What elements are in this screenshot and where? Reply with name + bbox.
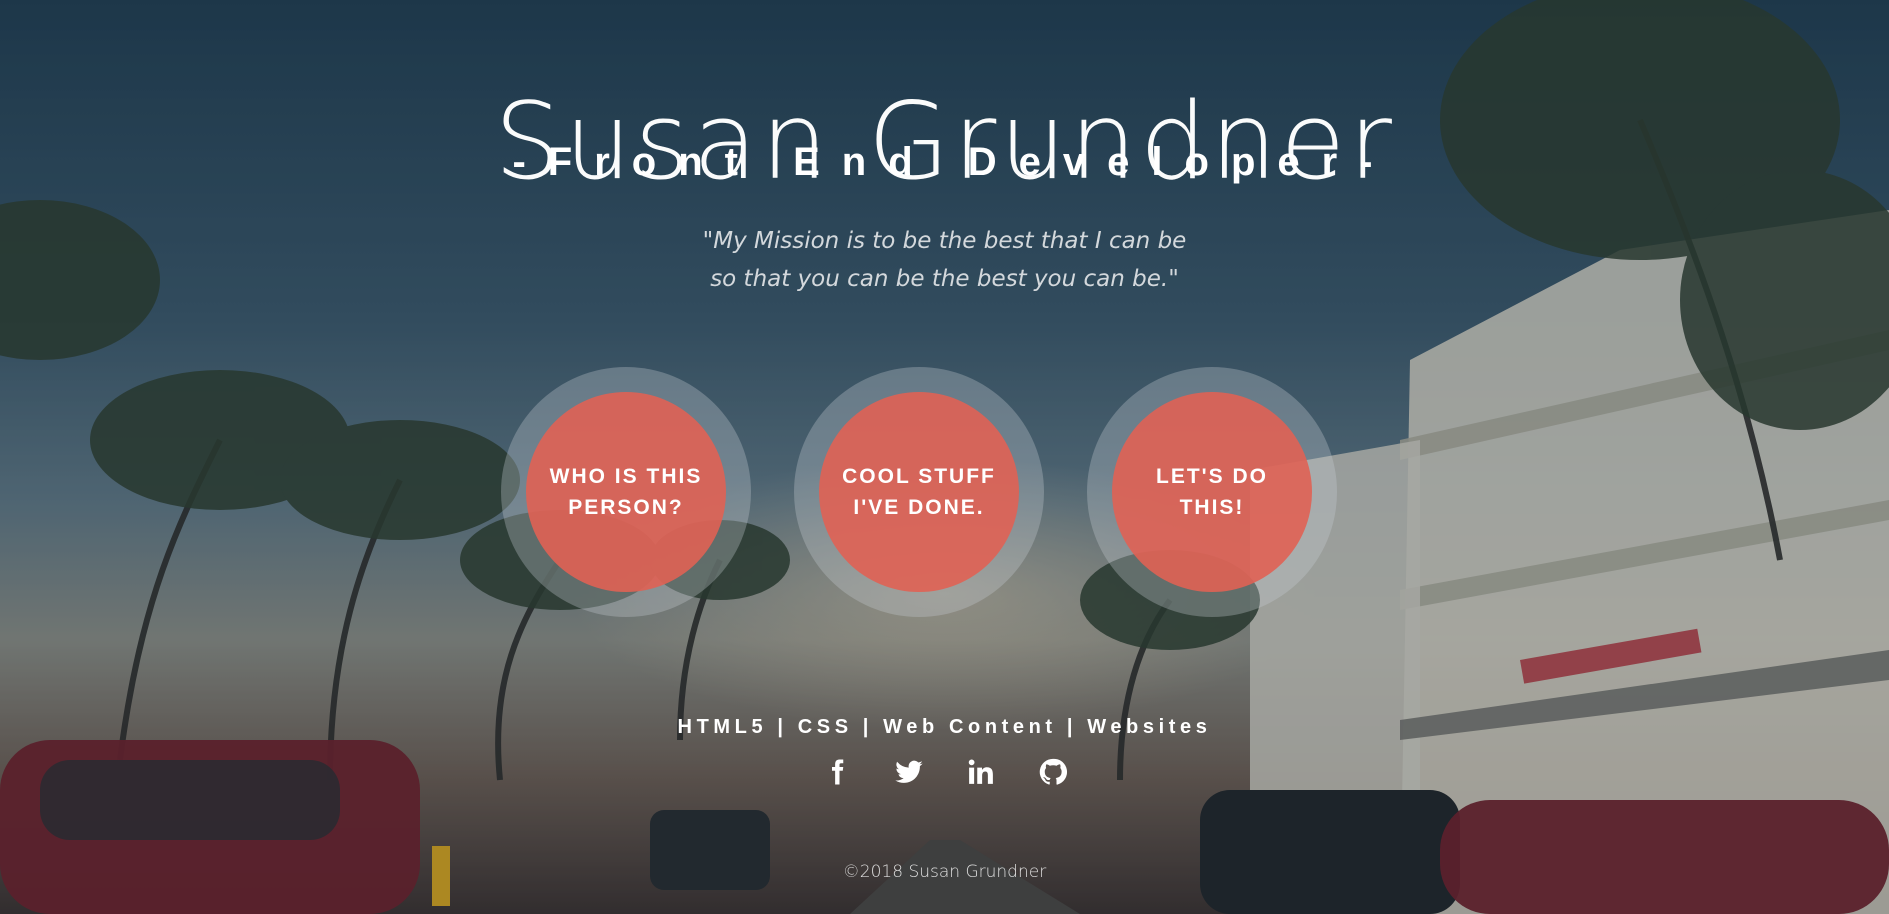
hero-content: Susan Grundner -Front End Developer- "My… bbox=[0, 0, 1889, 914]
contact-circle: LET'S DO THIS! bbox=[1087, 367, 1337, 617]
twitter-icon[interactable] bbox=[892, 755, 926, 789]
about-button-label: WHO IS THIS PERSON? bbox=[549, 465, 703, 519]
social-links bbox=[0, 755, 1889, 789]
mission-line-1: "My Mission is to be the best that I can… bbox=[702, 228, 1187, 254]
mission-quote: "My Mission is to be the best that I can… bbox=[0, 222, 1889, 298]
copyright-text: ©2018 Susan Grundner bbox=[842, 862, 1047, 882]
facebook-icon[interactable] bbox=[820, 755, 854, 789]
skills-list: HTML5 | CSS | Web Content | Websites bbox=[677, 716, 1212, 738]
portfolio-circle: COOL STUFF I'VE DONE. bbox=[794, 367, 1044, 617]
contact-button[interactable]: LET'S DO THIS! bbox=[1112, 392, 1312, 592]
mission-line-2: so that you can be the best you can be." bbox=[710, 266, 1179, 292]
linkedin-icon[interactable] bbox=[964, 755, 998, 789]
page-subtitle: -Front End Developer- bbox=[512, 140, 1395, 184]
about-button[interactable]: WHO IS THIS PERSON? bbox=[526, 392, 726, 592]
about-circle: WHO IS THIS PERSON? bbox=[501, 367, 751, 617]
portfolio-button[interactable]: COOL STUFF I'VE DONE. bbox=[819, 392, 1019, 592]
github-icon[interactable] bbox=[1036, 755, 1070, 789]
portfolio-button-label: COOL STUFF I'VE DONE. bbox=[842, 465, 996, 519]
contact-button-label: LET'S DO THIS! bbox=[1156, 465, 1268, 519]
